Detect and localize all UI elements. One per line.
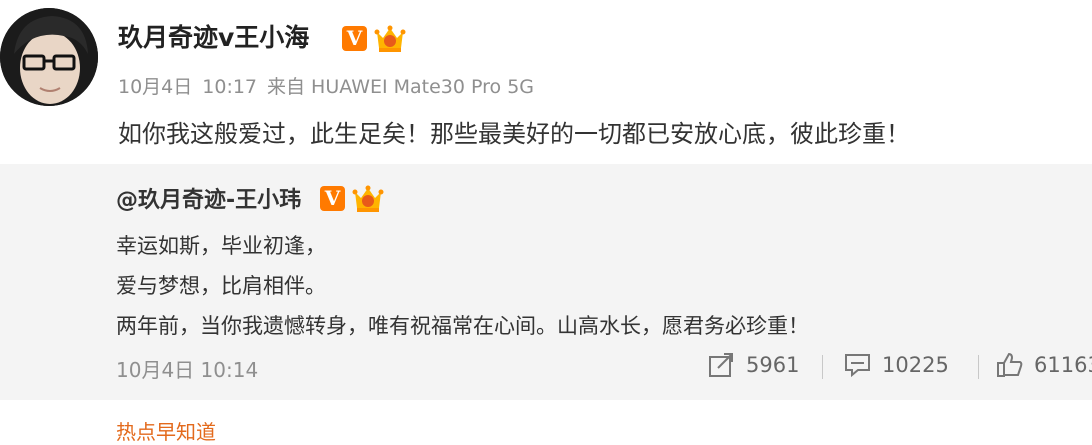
repost-comment-button[interactable]: 10225 [844,352,949,378]
repost-like-button[interactable]: 61163 [996,352,1092,378]
repost-author-name[interactable]: @玖月奇迹-王小玮 [116,182,301,214]
post-text: 如你我这般爱过，此生足矣！那些最美好的一切都已安放心底，彼此珍重！ [118,120,910,148]
post-meta: 10月4日 10:17 来自 HUAWEI Mate30 Pro 5G [118,72,544,99]
repost-text-line: 幸运如斯，毕业初逢， [116,234,326,258]
repost-timestamp[interactable]: 10月4日 10:14 [116,354,258,383]
hot-topics-link[interactable]: 热点早知道 [116,416,216,445]
repost-verified-badge-icon: V [320,186,345,211]
hot-topics-label: 热点早知道 [116,420,216,444]
repost-text-line: 两年前，当你我遗憾转身，唯有祝福常在心间。山高水长，愿君务必珍重！ [116,314,809,338]
like-count: 61163 [1034,353,1092,377]
repost-share-button[interactable]: 5961 [708,352,799,378]
verified-badge-icon: V [342,26,367,51]
repost-time[interactable]: 10:14 [201,358,259,382]
post-source-prefix: 来自 [267,76,306,98]
thumbs-up-icon [997,352,1023,377]
repost-date[interactable]: 10月4日 [116,358,194,382]
repost-crown-membership-icon[interactable] [352,184,384,214]
repost-text-line: 爱与梦想，比肩相伴。 [116,274,326,298]
author-avatar[interactable] [0,8,98,106]
author-name[interactable]: 玖月奇迹v王小海 [118,18,309,54]
post-time[interactable]: 10:17 [202,76,257,98]
comment-icon [845,354,870,378]
share-icon [709,353,733,377]
stat-divider [822,355,823,379]
crown-membership-icon[interactable] [374,24,406,54]
comment-count: 10225 [882,353,949,377]
post-date[interactable]: 10月4日 [118,76,192,98]
post-source-device[interactable]: HUAWEI Mate30 Pro 5G [311,76,534,98]
share-count: 5961 [746,353,800,377]
repost-card[interactable]: @玖月奇迹-王小玮 V 幸运如斯，毕业初逢， 爱与梦想，比肩相伴。 两年前，当你… [0,164,1092,400]
stat-divider [978,355,979,379]
